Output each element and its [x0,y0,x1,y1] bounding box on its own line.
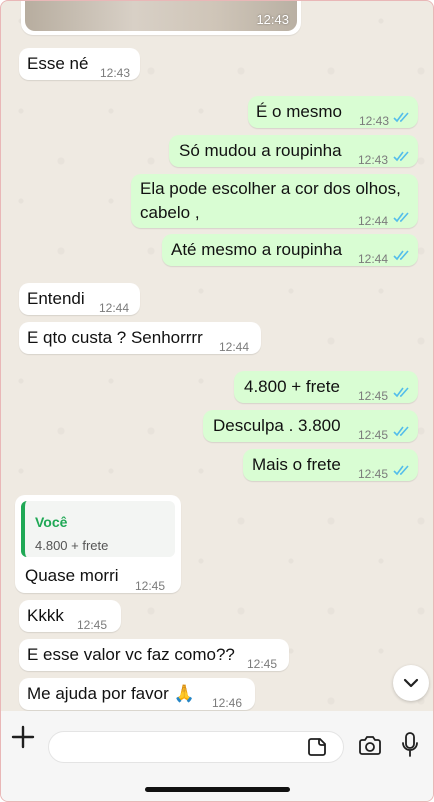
message-time: 12:43 [358,153,389,167]
message-text: Desculpa . 3.800 [213,416,341,435]
quoted-text: 4.800 + frete [35,538,109,553]
message-text-line1: Ela pode escolher a cor dos olhos, [140,179,401,198]
message-text: 4.800 + frete [244,377,340,396]
message-time: 12:45 [77,618,108,632]
message-outgoing[interactable]: É o mesmo 12:43 [248,96,418,128]
quoted-message[interactable]: Você 4.800 + frete [21,501,175,557]
message-time: 12:44 [358,214,389,228]
message-text: É o mesmo [256,102,342,121]
double-check-icon [393,212,409,223]
message-incoming-reply[interactable]: Você 4.800 + frete Quase morri 12:45 [15,495,181,593]
message-time: 12:44 [219,340,250,354]
message-time: 12:45 [247,657,278,671]
message-incoming[interactable]: E esse valor vc faz como?? 12:45 [19,639,289,671]
message-outgoing[interactable]: Desculpa . 3.800 12:45 [203,410,418,442]
message-text-line2: cabelo , [140,203,200,222]
message-time: 12:45 [135,579,166,593]
message-time: 12:44 [358,252,389,266]
message-text: Kkkk [27,606,64,625]
quoted-author: Você [35,514,68,530]
home-indicator [145,787,290,792]
double-check-icon [393,426,409,437]
double-check-icon [393,387,409,398]
plus-icon[interactable] [11,725,35,749]
message-outgoing[interactable]: Ela pode escolher a cor dos olhos, cabel… [131,174,418,228]
camera-icon[interactable] [358,736,382,756]
message-incoming[interactable]: Esse né 12:43 [19,48,140,80]
message-incoming[interactable]: E qto custa ? Senhorrrr 12:44 [19,322,261,354]
message-incoming[interactable]: Me ajuda por favor 🙏 12:46 [19,678,255,710]
message-time: 12:45 [358,428,389,442]
message-time: 12:45 [358,467,389,481]
double-check-icon [393,250,409,261]
message-incoming[interactable]: Kkkk 12:45 [19,600,121,632]
message-outgoing[interactable]: Mais o frete 12:45 [243,449,418,481]
sticker-icon[interactable] [307,737,327,757]
chat-screen: 12:43 Esse né 12:43 É o mesmo 12:43 Só m… [0,0,434,802]
scroll-to-bottom-button[interactable] [393,665,429,701]
message-text: Só mudou a roupinha [179,141,342,160]
message-text: E qto custa ? Senhorrrr [27,328,203,347]
mic-icon[interactable] [401,732,419,758]
message-outgoing[interactable]: Até mesmo a roupinha 12:44 [162,234,418,266]
message-text: Esse né [27,54,89,73]
chevron-down-icon [403,678,419,688]
message-text: E esse valor vc faz como?? [27,645,235,664]
message-input[interactable] [48,731,344,763]
message-time: 12:43 [100,66,131,80]
message-time: 12:44 [99,301,130,315]
message-text: Me ajuda por favor 🙏 [27,684,195,703]
double-check-icon [393,112,409,123]
message-outgoing[interactable]: 4.800 + frete 12:45 [234,371,418,403]
image-message[interactable]: 12:43 [21,1,301,35]
message-text: Até mesmo a roupinha [171,240,343,259]
message-time: 12:45 [358,389,389,403]
message-text: Quase morri [25,566,119,585]
message-outgoing[interactable]: Só mudou a roupinha 12:43 [169,135,418,167]
message-time: 12:43 [359,114,390,128]
message-text: Mais o frete [252,455,341,474]
message-text: Entendi [27,289,85,308]
double-check-icon [393,465,409,476]
message-time: 12:43 [256,12,289,27]
message-incoming[interactable]: Entendi 12:44 [19,283,140,315]
double-check-icon [393,151,409,162]
